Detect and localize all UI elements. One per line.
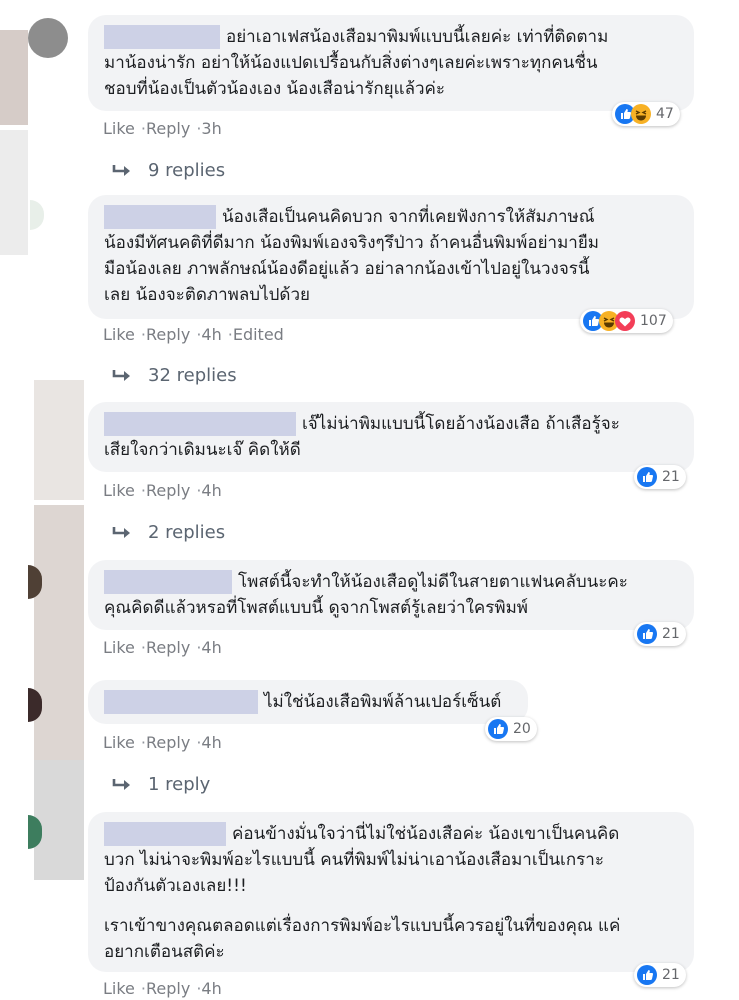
reaction-count: 21 bbox=[662, 626, 680, 642]
reaction-summary[interactable]: 21 bbox=[634, 622, 686, 646]
redacted-author-name[interactable] bbox=[104, 822, 226, 846]
reply-link[interactable]: Reply bbox=[146, 325, 190, 344]
reaction-count: 47 bbox=[656, 106, 674, 122]
timestamp[interactable]: 3h bbox=[201, 119, 221, 138]
reaction-count: 20 bbox=[513, 721, 531, 737]
redacted-author-name[interactable] bbox=[104, 412, 296, 436]
timestamp[interactable]: 4h bbox=[201, 325, 221, 344]
like-icon bbox=[637, 467, 657, 487]
reply-link[interactable]: Reply bbox=[146, 119, 190, 138]
like-icon bbox=[637, 624, 657, 644]
reaction-count: 21 bbox=[662, 967, 680, 983]
haha-icon bbox=[631, 104, 651, 124]
reply-link[interactable]: Reply bbox=[146, 979, 190, 998]
timestamp[interactable]: 4h bbox=[201, 481, 221, 500]
redacted-author-name[interactable] bbox=[104, 25, 220, 49]
comment-text: น้องเสือเป็นคนคิดบวก จากที่เคยฟังการให้ส… bbox=[104, 205, 599, 305]
replies-count: 2 replies bbox=[148, 522, 226, 543]
like-link[interactable]: Like bbox=[103, 325, 135, 344]
comment-actions: Like ·Reply ·4h bbox=[103, 481, 222, 500]
timestamp[interactable]: 4h bbox=[201, 638, 221, 657]
side-image-strip bbox=[34, 380, 84, 500]
side-image-strip bbox=[0, 130, 28, 255]
edited-label[interactable]: Edited bbox=[233, 325, 284, 344]
avatar[interactable] bbox=[30, 200, 44, 230]
comment-actions: Like ·Reply ·4h bbox=[103, 733, 222, 752]
like-link[interactable]: Like bbox=[103, 638, 135, 657]
avatar[interactable] bbox=[28, 18, 68, 58]
comment-actions: Like ·Reply ·4h bbox=[103, 979, 222, 998]
redacted-author-name[interactable] bbox=[104, 690, 258, 714]
reply-link[interactable]: Reply bbox=[146, 638, 190, 657]
view-replies-link[interactable]: 2 replies bbox=[112, 522, 225, 543]
like-link[interactable]: Like bbox=[103, 979, 135, 998]
reaction-summary[interactable]: 107 bbox=[580, 309, 673, 333]
comment-actions: Like ·Reply ·4h ·Edited bbox=[103, 325, 284, 344]
side-image-strip bbox=[0, 30, 28, 125]
like-link[interactable]: Like bbox=[103, 481, 135, 500]
timestamp[interactable]: 4h bbox=[201, 733, 221, 752]
comment-text: เจ๊ไม่น่าพิมแบบนี้โดยอ้างน้องเสือ ถ้าเสื… bbox=[104, 412, 620, 460]
comment-text: ค่อนข้างมั่นใจว่านี่ไม่ใช่น้องเสือค่ะ น้… bbox=[104, 822, 621, 962]
reply-link[interactable]: Reply bbox=[146, 481, 190, 500]
replies-count: 9 replies bbox=[148, 160, 226, 181]
reaction-summary[interactable]: 20 bbox=[485, 717, 537, 741]
comment-text: โพสต์นี้จะทำให้น้องเสือดูไม่ดีในสายตาแฟน… bbox=[104, 570, 628, 618]
reaction-summary[interactable]: 21 bbox=[634, 963, 686, 987]
view-replies-link[interactable]: 9 replies bbox=[112, 160, 225, 181]
reaction-count: 107 bbox=[640, 313, 667, 329]
replies-count: 1 reply bbox=[148, 774, 211, 795]
replies-count: 32 replies bbox=[148, 365, 237, 386]
side-image-strip bbox=[34, 505, 84, 760]
reaction-summary[interactable]: 47 bbox=[612, 102, 680, 126]
like-link[interactable]: Like bbox=[103, 119, 135, 138]
view-replies-link[interactable]: 1 reply bbox=[112, 774, 210, 795]
view-replies-link[interactable]: 32 replies bbox=[112, 365, 237, 386]
like-icon bbox=[637, 965, 657, 985]
reply-link[interactable]: Reply bbox=[146, 733, 190, 752]
comment-text: อย่าเอาเฟสน้องเสือมาพิมพ์แบบนี้เลยค่ะ เท… bbox=[104, 25, 609, 99]
redacted-author-name[interactable] bbox=[104, 205, 216, 229]
comment-actions: Like ·Reply ·4h bbox=[103, 638, 222, 657]
timestamp[interactable]: 4h bbox=[201, 979, 221, 998]
comment-actions: Like ·Reply ·3h bbox=[103, 119, 222, 138]
like-icon bbox=[488, 719, 508, 739]
reply-arrow-icon bbox=[112, 526, 130, 538]
reaction-summary[interactable]: 21 bbox=[634, 465, 686, 489]
reply-arrow-icon bbox=[112, 778, 130, 790]
redacted-author-name[interactable] bbox=[104, 570, 232, 594]
reply-arrow-icon bbox=[112, 164, 130, 176]
love-icon bbox=[615, 311, 635, 331]
side-image-strip bbox=[34, 760, 84, 880]
like-link[interactable]: Like bbox=[103, 733, 135, 752]
reaction-count: 21 bbox=[662, 469, 680, 485]
comment-text: ไม่ใช่น้องเสือพิมพ์ล้านเปอร์เซ็นต์ bbox=[104, 689, 524, 715]
reply-arrow-icon bbox=[112, 369, 130, 381]
